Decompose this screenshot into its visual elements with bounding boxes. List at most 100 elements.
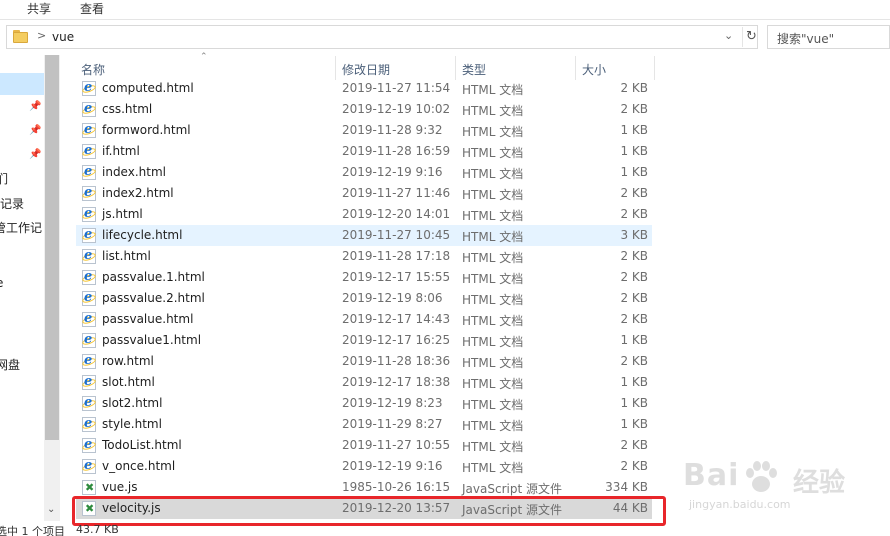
file-size: 1 KB bbox=[620, 417, 648, 431]
html-ie-icon: e bbox=[81, 416, 97, 432]
file-row[interactable]: e style.html 2019-11-29 8:27 HTML 文档 1 KB bbox=[76, 414, 652, 435]
file-name: formword.html bbox=[102, 123, 191, 137]
html-ie-icon: e bbox=[81, 353, 97, 369]
file-row[interactable]: ✖ vue.js 1985-10-26 16:15 JavaScript 源文件 334… bbox=[76, 477, 652, 498]
column-name[interactable]: 名称 bbox=[81, 61, 105, 78]
file-name: js.html bbox=[102, 207, 143, 221]
pin-icon[interactable]: 📌 bbox=[29, 101, 41, 112]
html-ie-icon: e bbox=[81, 269, 97, 285]
search-input[interactable]: 搜索"vue" bbox=[767, 25, 890, 49]
file-name: v_once.html bbox=[102, 459, 176, 473]
file-date: 2019-11-28 16:59 bbox=[342, 144, 451, 158]
file-row[interactable]: e slot2.html 2019-12-19 8:23 HTML 文档 1 KB bbox=[76, 393, 652, 414]
html-ie-icon: e bbox=[81, 101, 97, 117]
address-bar[interactable]: > vue ⌄ ↻ bbox=[6, 25, 758, 49]
file-row[interactable]: e index2.html 2019-11-27 11:46 HTML 文档 2 KB bbox=[76, 183, 652, 204]
file-type: HTML 文档 bbox=[462, 251, 524, 265]
html-ie-icon: e bbox=[81, 332, 97, 348]
nav-item-selected[interactable] bbox=[0, 73, 44, 95]
file-name: lifecycle.html bbox=[102, 228, 183, 242]
file-row[interactable]: e passvalue.html 2019-12-17 14:43 HTML 文档 2 … bbox=[76, 309, 652, 330]
file-date: 2019-12-20 14:01 bbox=[342, 207, 451, 221]
file-row[interactable]: e v_once.html 2019-12-19 9:16 HTML 文档 2 KB bbox=[76, 456, 652, 477]
scroll-down-icon[interactable]: ⌄ bbox=[47, 504, 55, 515]
file-date: 2019-11-28 18:36 bbox=[342, 354, 451, 368]
file-type: HTML 文档 bbox=[462, 377, 524, 391]
ribbon-bar: 共享 查看 bbox=[0, 0, 890, 20]
nav-item[interactable]: 管工作记 bbox=[0, 219, 42, 236]
file-date: 2019-12-19 10:02 bbox=[342, 102, 451, 116]
ribbon-tab-share[interactable]: 共享 bbox=[27, 0, 51, 17]
file-row[interactable]: e formword.html 2019-11-28 9:32 HTML 文档 1 KB bbox=[76, 120, 652, 141]
pin-icon[interactable]: 📌 bbox=[29, 149, 41, 160]
nav-item[interactable]: 记录 bbox=[0, 195, 24, 212]
file-size: 1 KB bbox=[620, 144, 648, 158]
status-selected: 选中 1 个项目 bbox=[0, 525, 65, 536]
breadcrumb-separator-icon[interactable]: > bbox=[37, 29, 46, 42]
file-row[interactable]: e js.html 2019-12-20 14:01 HTML 文档 2 KB bbox=[76, 204, 652, 225]
file-type: HTML 文档 bbox=[462, 398, 524, 412]
file-type: HTML 文档 bbox=[462, 83, 524, 97]
ribbon-tab-view[interactable]: 查看 bbox=[80, 0, 104, 17]
file-date: 2019-12-19 8:06 bbox=[342, 291, 443, 305]
html-ie-icon: e bbox=[81, 206, 97, 222]
file-size: 1 KB bbox=[620, 165, 648, 179]
file-row[interactable]: e passvalue.2.html 2019-12-19 8:06 HTML 文档 2… bbox=[76, 288, 652, 309]
column-size[interactable]: 大小 bbox=[582, 61, 606, 78]
file-type: HTML 文档 bbox=[462, 419, 524, 433]
file-name: row.html bbox=[102, 354, 154, 368]
file-row[interactable]: e css.html 2019-12-19 10:02 HTML 文档 2 KB bbox=[76, 99, 652, 120]
file-name: TodoList.html bbox=[102, 438, 182, 452]
file-row[interactable]: e passvalue1.html 2019-12-17 16:25 HTML 文档 1… bbox=[76, 330, 652, 351]
file-name: index.html bbox=[102, 165, 166, 179]
html-ie-icon: e bbox=[81, 311, 97, 327]
file-name: css.html bbox=[102, 102, 153, 116]
status-bar: 选中 1 个项目 43.7 KB bbox=[0, 522, 890, 536]
file-type: HTML 文档 bbox=[462, 356, 524, 370]
file-date: 2019-11-27 11:54 bbox=[342, 81, 451, 95]
file-row[interactable]: e lifecycle.html 2019-11-27 10:45 HTML 文档 3 … bbox=[76, 225, 652, 246]
file-row[interactable]: e TodoList.html 2019-11-27 10:55 HTML 文档 2 K… bbox=[76, 435, 652, 456]
nav-item[interactable]: 们 bbox=[0, 170, 8, 187]
file-row[interactable]: e list.html 2019-11-28 17:18 HTML 文档 2 KB bbox=[76, 246, 652, 267]
file-row[interactable]: e computed.html 2019-11-27 11:54 HTML 文档 2 K… bbox=[76, 78, 652, 99]
file-size: 2 KB bbox=[620, 102, 648, 116]
column-divider[interactable] bbox=[654, 56, 655, 80]
breadcrumb-folder[interactable]: vue bbox=[52, 30, 74, 44]
column-date[interactable]: 修改日期 bbox=[342, 61, 390, 78]
file-row[interactable]: e row.html 2019-11-28 18:36 HTML 文档 2 KB bbox=[76, 351, 652, 372]
file-size: 1 KB bbox=[620, 333, 648, 347]
nav-item[interactable]: 网盘 bbox=[0, 356, 20, 373]
column-divider[interactable] bbox=[455, 56, 456, 80]
file-name: list.html bbox=[102, 249, 151, 263]
file-type: JavaScript 源文件 bbox=[462, 482, 562, 496]
file-type: HTML 文档 bbox=[462, 125, 524, 139]
file-date: 2019-12-17 16:25 bbox=[342, 333, 451, 347]
file-type: HTML 文档 bbox=[462, 272, 524, 286]
nav-item[interactable]: e bbox=[0, 276, 3, 290]
chevron-down-icon[interactable]: ⌄ bbox=[724, 29, 733, 42]
file-type: HTML 文档 bbox=[462, 461, 524, 475]
file-size: 2 KB bbox=[620, 270, 648, 284]
file-name: index2.html bbox=[102, 186, 174, 200]
column-divider[interactable] bbox=[575, 56, 576, 80]
column-type[interactable]: 类型 bbox=[462, 61, 486, 78]
file-date: 2019-11-27 10:55 bbox=[342, 438, 451, 452]
file-row[interactable]: e passvalue.1.html 2019-12-17 15:55 HTML 文档… bbox=[76, 267, 652, 288]
scrollbar-thumb[interactable] bbox=[45, 55, 59, 440]
html-ie-icon: e bbox=[81, 248, 97, 264]
nav-scrollbar[interactable]: ⌄ bbox=[44, 55, 60, 521]
file-name: passvalue1.html bbox=[102, 333, 202, 347]
status-size: 43.7 KB bbox=[76, 523, 119, 536]
file-row[interactable]: e if.html 2019-11-28 16:59 HTML 文档 1 KB bbox=[76, 141, 652, 162]
column-divider[interactable] bbox=[335, 56, 336, 80]
refresh-icon[interactable]: ↻ bbox=[742, 27, 760, 47]
file-size: 1 KB bbox=[620, 396, 648, 410]
html-ie-icon: e bbox=[81, 80, 97, 96]
file-date: 2019-11-27 11:46 bbox=[342, 186, 451, 200]
html-ie-icon: e bbox=[81, 395, 97, 411]
file-name: slot2.html bbox=[102, 396, 163, 410]
file-row[interactable]: e index.html 2019-12-19 9:16 HTML 文档 1 KB bbox=[76, 162, 652, 183]
pin-icon[interactable]: 📌 bbox=[29, 125, 41, 136]
file-row[interactable]: e slot.html 2019-12-17 18:38 HTML 文档 1 KB bbox=[76, 372, 652, 393]
